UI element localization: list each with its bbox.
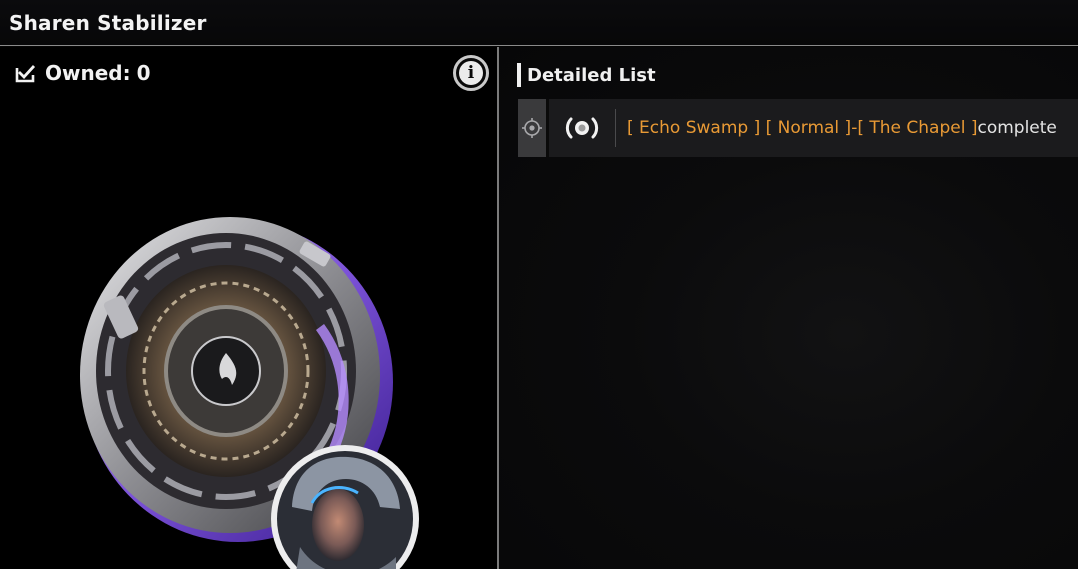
info-button[interactable]: i (453, 55, 489, 91)
source-description: [ Echo Swamp ] [ Normal ] - [ The Chapel… (616, 99, 1057, 157)
owned-counter: Owned: 0 (14, 60, 151, 86)
difficulty-tag: [ Normal ] (765, 118, 852, 138)
sharen-stabilizer-window: Sharen Stabilizer Owned: 0 i Detailed Li… (0, 0, 1078, 569)
signal-icon-cell (549, 109, 616, 147)
broadcast-signal-icon (565, 117, 599, 139)
info-icon: i (459, 61, 483, 85)
window-title: Sharen Stabilizer (9, 10, 207, 35)
item-preview-panel: Owned: 0 i (0, 47, 497, 569)
header-accent-bar (517, 63, 521, 87)
stage-tag: [ The Chapel ] (857, 118, 978, 138)
detail-panel: Detailed List [Echo Swamp] [Normal] … (499, 47, 1078, 569)
region-tag: [ Echo Swamp ] (627, 118, 761, 138)
owned-label: Owned: (45, 61, 131, 85)
status-text: complete (977, 118, 1057, 138)
owned-count: 0 (136, 61, 151, 85)
detail-list-header: Detailed List (517, 63, 656, 87)
detail-list-title: Detailed List (527, 64, 656, 86)
stabilizer-item-image (80, 217, 419, 569)
locate-target-icon (522, 118, 542, 138)
source-list-item[interactable]: [ Echo Swamp ] [ Normal ] - [ The Chapel… (518, 99, 1078, 157)
title-bar: Sharen Stabilizer (0, 0, 1078, 46)
check-box-icon (15, 65, 36, 83)
locate-button[interactable] (518, 99, 546, 157)
